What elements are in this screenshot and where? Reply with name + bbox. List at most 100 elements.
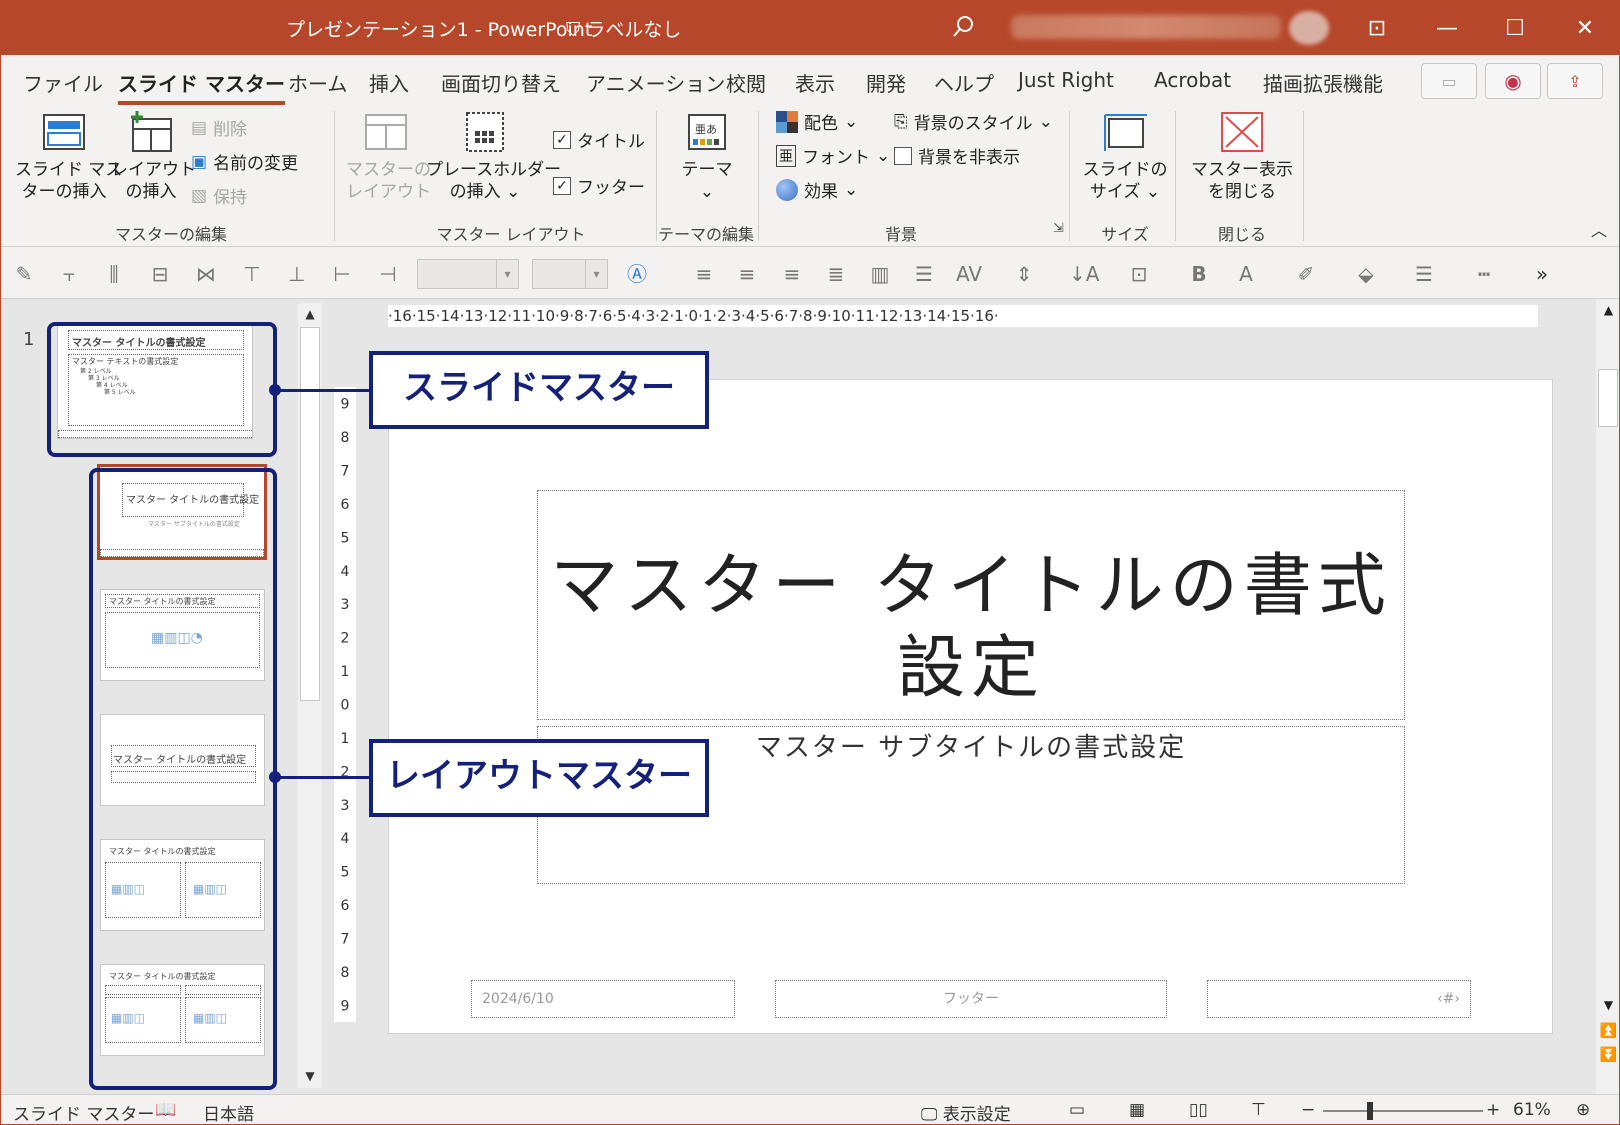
align-text-right-icon[interactable]: ≡ — [779, 261, 805, 287]
canvas-scrollbar[interactable]: ▲ ▼ ⏫ ⏬ — [1596, 299, 1619, 1094]
distribute-vertical-icon[interactable]: ⋈ — [193, 261, 219, 287]
slide-size-button[interactable]: スライドの サイズ ⌄ — [1081, 111, 1169, 203]
font-name-combo[interactable]: ▾ — [417, 259, 519, 289]
title-placeholder[interactable]: マスター タイトルの書式 設定 — [537, 490, 1405, 720]
highlight-icon[interactable]: ✐ — [1293, 261, 1319, 287]
next-slide-icon[interactable]: ⏬ — [1596, 1047, 1619, 1063]
char-spacing-icon[interactable]: AV — [956, 261, 982, 287]
bullets-icon[interactable]: ☰ — [911, 261, 937, 287]
search-icon[interactable] — [951, 14, 977, 40]
background-styles-button[interactable]: ⎘ 背景のスタイル ⌄ — [894, 109, 1053, 135]
distribute-icon[interactable]: ⫼ — [101, 261, 127, 287]
scroll-thumb[interactable] — [1598, 369, 1618, 427]
rename-button[interactable]: ▣ 名前の変更 — [191, 149, 298, 175]
close-icon[interactable]: ✕ — [1551, 1, 1619, 55]
fonts-button[interactable]: 亜フォント ⌄ — [776, 143, 890, 168]
tab-developer[interactable]: 開発 — [866, 68, 906, 97]
collapse-ribbon-icon[interactable]: ︿ — [1591, 217, 1607, 241]
insert-placeholder-button[interactable]: プレースホルダー の挿入 ⌄ — [426, 111, 561, 203]
align-text-center-icon[interactable]: ≡ — [734, 261, 760, 287]
tab-just-right[interactable]: Just Right — [1018, 68, 1114, 92]
tab-animations[interactable]: アニメーション — [586, 68, 725, 97]
user-name-blurred[interactable] — [1011, 15, 1281, 39]
align-middle-icon[interactable]: ⊟ — [147, 261, 173, 287]
avatar[interactable] — [1289, 11, 1329, 45]
align-bottom-icon[interactable]: ⊥ — [284, 261, 310, 287]
bold-icon[interactable]: B — [1186, 261, 1212, 287]
scroll-down-icon[interactable]: ▼ — [1596, 994, 1619, 1016]
align-text-icon[interactable]: ⊡ — [1126, 261, 1152, 287]
tab-draw-extensions[interactable]: 描画拡張機能 — [1263, 68, 1383, 97]
font-color-icon[interactable]: A — [1233, 261, 1259, 287]
align-center-icon[interactable]: ⫟ — [56, 261, 82, 287]
zoom-slider-thumb[interactable] — [1367, 1102, 1373, 1120]
tab-acrobat[interactable]: Acrobat — [1154, 68, 1231, 92]
record-button[interactable]: ◉ — [1485, 63, 1541, 99]
reading-view-icon[interactable]: ▯▯ — [1189, 1100, 1208, 1120]
fit-slide-icon[interactable]: ⊕ — [1576, 1100, 1590, 1120]
page-number-placeholder[interactable]: ‹#› — [1207, 980, 1471, 1018]
delete-button[interactable]: ▤ 削除 — [191, 115, 247, 141]
insert-layout-button[interactable]: レイアウト の挿入 — [111, 111, 196, 203]
text-direction-icon[interactable]: ↓A — [1069, 261, 1099, 287]
footer-checkbox[interactable]: ✓ フッター — [553, 173, 645, 198]
distributed-icon[interactable]: ▥ — [867, 261, 893, 287]
zoom-level[interactable]: 61% — [1513, 1100, 1551, 1120]
tab-review[interactable]: 校閲 — [726, 68, 766, 97]
tab-help[interactable]: ヘルプ — [934, 68, 994, 97]
font-size-combo[interactable]: ▾ — [532, 259, 608, 289]
tab-slide-master[interactable]: スライド マスター — [118, 68, 285, 105]
zoom-out-icon[interactable]: − — [1301, 1100, 1315, 1120]
tab-home[interactable]: ホーム — [288, 68, 347, 97]
effects-button[interactable]: 効果 ⌄ — [776, 177, 858, 202]
align-left-icon[interactable]: ⊢ — [329, 261, 355, 287]
scroll-up-icon[interactable]: ▲ — [1596, 299, 1619, 321]
preserve-button[interactable]: ▧ 保持 — [191, 183, 247, 209]
language-label[interactable]: 日本語 — [203, 1100, 254, 1124]
accessibility-icon[interactable]: 📖 — [155, 1100, 176, 1120]
align-text-left-icon[interactable]: ≡ — [691, 261, 717, 287]
sensitivity-label[interactable]: ⛉ ラベルなし — [566, 15, 681, 42]
slide-canvas[interactable]: マスター タイトルの書式 設定 マスター サブタイトルの書式設定 2024/6/… — [388, 379, 1553, 1034]
scroll-down-icon[interactable]: ▼ — [298, 1065, 322, 1087]
master-layout-button[interactable]: マスターの レイアウト — [346, 111, 431, 203]
slideshow-icon[interactable]: ⊤ — [1251, 1100, 1266, 1120]
themes-button[interactable]: 亜あ テーマ ⌄ — [669, 111, 745, 203]
slide-sorter-icon[interactable]: ▦ — [1129, 1100, 1145, 1120]
close-master-view-button[interactable]: マスター表示 を閉じる — [1187, 111, 1297, 203]
maximize-icon[interactable]: ☐ — [1481, 1, 1549, 55]
textbox-icon[interactable]: Ⓐ — [624, 261, 650, 287]
line-weight-icon[interactable]: ☰ — [1411, 261, 1437, 287]
title-checkbox[interactable]: ✓ タイトル — [553, 127, 645, 152]
background-dialog-launcher-icon[interactable]: ⇲ — [1053, 221, 1064, 236]
tab-file[interactable]: ファイル — [23, 68, 103, 97]
share-button[interactable]: ⇪ — [1547, 63, 1603, 99]
colors-button[interactable]: 配色 ⌄ — [776, 109, 858, 134]
minimize-icon[interactable]: — — [1413, 1, 1481, 55]
footer-placeholder[interactable]: フッター — [775, 980, 1167, 1018]
fill-color-icon[interactable]: ⬙ — [1353, 261, 1379, 287]
date-placeholder[interactable]: 2024/6/10 — [471, 980, 735, 1018]
line-spacing-icon[interactable]: ⇕ — [1011, 261, 1037, 287]
tab-transitions[interactable]: 画面切り替え — [441, 68, 561, 97]
zoom-in-icon[interactable]: + — [1486, 1100, 1500, 1120]
more-icon[interactable]: » — [1529, 261, 1555, 287]
format-painter-icon[interactable]: ✎ — [11, 261, 37, 287]
hide-background-checkbox[interactable]: 背景を非表示 — [894, 143, 1020, 168]
comments-button[interactable]: ▭ — [1421, 63, 1477, 99]
dash-style-icon[interactable]: ┅ — [1471, 261, 1497, 287]
ribbon-display-icon[interactable]: ⊡ — [1343, 1, 1411, 55]
scroll-thumb[interactable] — [300, 327, 320, 701]
zoom-slider[interactable] — [1323, 1102, 1483, 1120]
thumbnail-scrollbar[interactable]: ▲ ▼ — [298, 303, 322, 1088]
normal-view-icon[interactable]: ▭ — [1069, 1100, 1085, 1120]
insert-slide-master-button[interactable]: スライド マス ターの挿入 — [15, 111, 122, 203]
previous-slide-icon[interactable]: ⏫ — [1596, 1023, 1619, 1039]
align-right-icon[interactable]: ⊣ — [375, 261, 401, 287]
display-settings-button[interactable]: 🖵 表示設定 — [921, 1100, 1011, 1124]
scroll-up-icon[interactable]: ▲ — [298, 303, 322, 325]
tab-view[interactable]: 表示 — [795, 68, 835, 97]
align-top-icon[interactable]: ⊤ — [239, 261, 265, 287]
justify-icon[interactable]: ≣ — [823, 261, 849, 287]
tab-insert[interactable]: 挿入 — [369, 68, 409, 97]
